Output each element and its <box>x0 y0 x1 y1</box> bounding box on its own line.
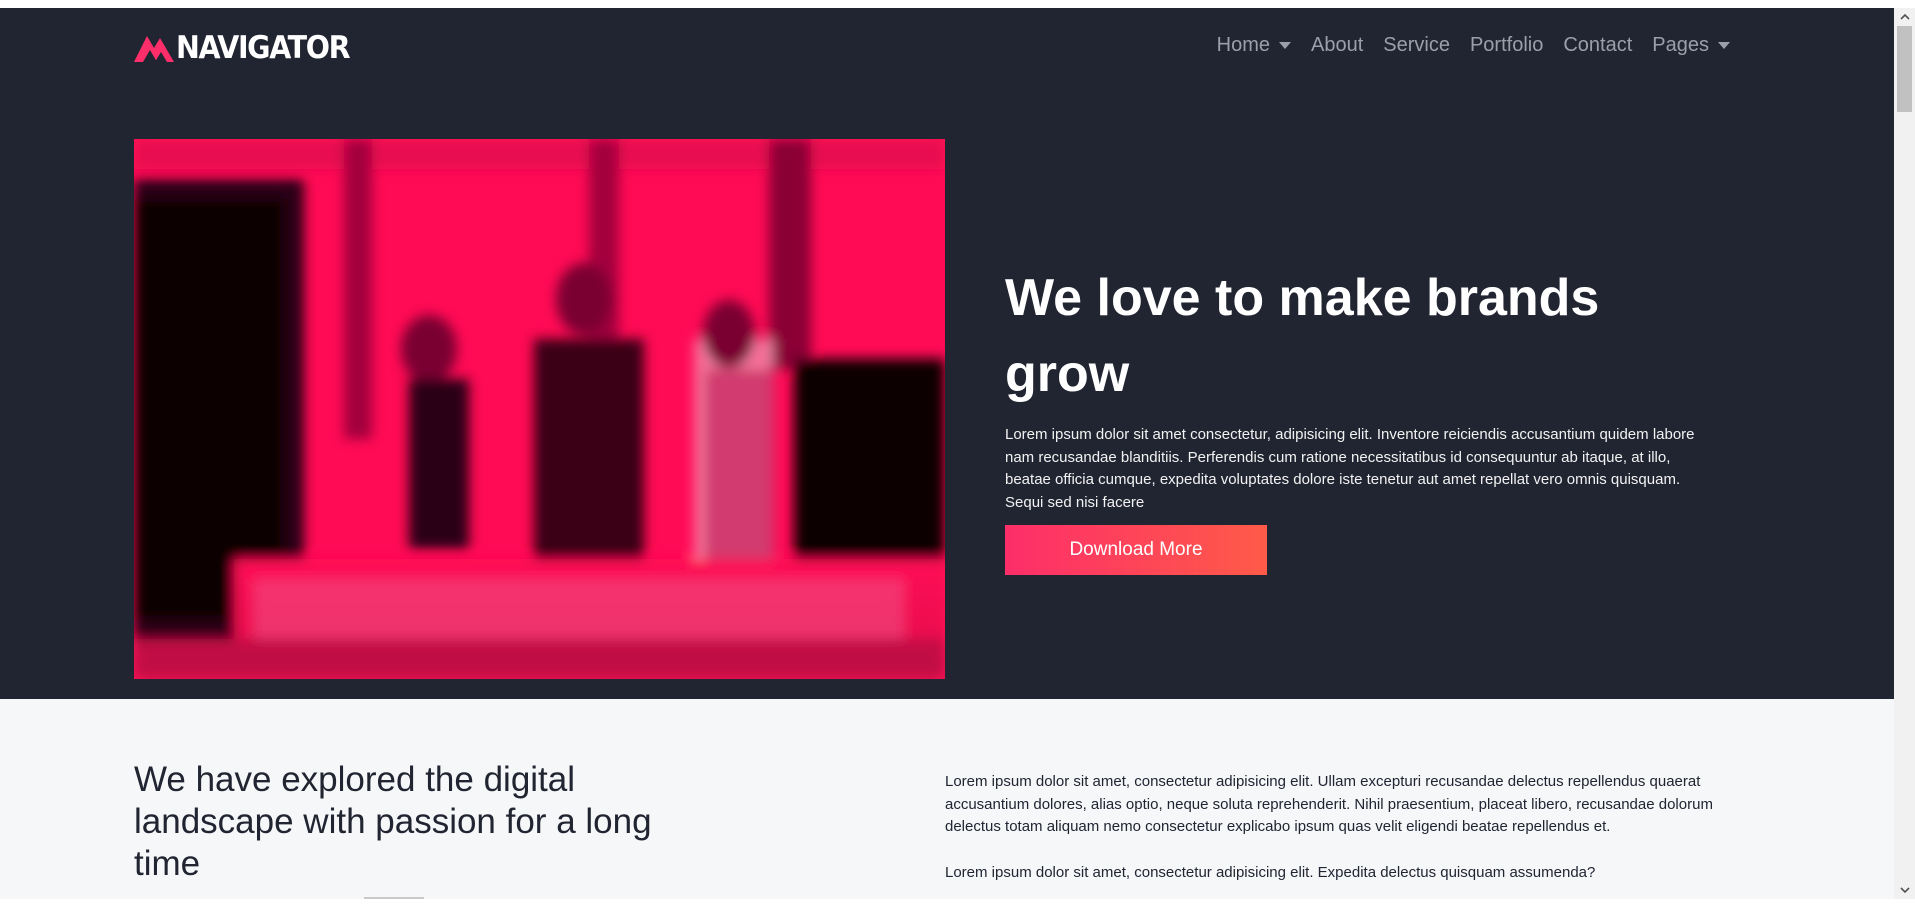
nav-item-label: Pages <box>1652 34 1709 56</box>
mountain-logo-icon <box>134 36 174 62</box>
nav-item-label: Service <box>1383 34 1450 56</box>
brand-name: NAVIGATOR <box>176 30 351 66</box>
about-paragraph: Lorem ipsum dolor sit amet, consectetur … <box>945 773 1713 835</box>
about-section: We have explored the digital landscape w… <box>0 699 1894 899</box>
nav-item-label: Portfolio <box>1469 34 1544 56</box>
hero-section: NAVIGATOR Home About Service Portfolio C… <box>0 8 1894 699</box>
nav-item-contact[interactable]: Contact <box>1563 34 1632 57</box>
about-title: We have explored the digital landscape w… <box>134 760 652 883</box>
nav-item-home[interactable]: Home <box>1217 34 1291 57</box>
navbar: NAVIGATOR Home About Service Portfolio C… <box>0 8 1894 84</box>
about-paragraph: Lorem ipsum dolor sit amet, consectetur … <box>945 863 1596 881</box>
brand-logo[interactable]: NAVIGATOR <box>134 30 364 66</box>
main-nav: Home About Service Portfolio Contact Pag… <box>1197 34 1730 57</box>
hero-content: We love to make brands grow Lorem ipsum … <box>1005 260 1695 575</box>
nav-item-about[interactable]: About <box>1311 34 1363 57</box>
nav-item-portfolio[interactable]: Portfolio <box>1470 34 1543 57</box>
caret-down-icon <box>1718 42 1730 49</box>
hero-title: We love to make brands grow <box>1005 269 1600 403</box>
hero-description: Lorem ipsum dolor sit amet consectetur, … <box>1005 426 1695 511</box>
download-more-button[interactable]: Download More <box>1005 525 1267 575</box>
about-text: Lorem ipsum dolor sit amet, consectetur … <box>945 771 1730 907</box>
chevron-up-icon[interactable] <box>1894 8 1915 25</box>
scrollbar-thumb[interactable] <box>1897 26 1912 112</box>
nav-item-label: About <box>1311 34 1364 56</box>
nav-item-service[interactable]: Service <box>1383 34 1450 57</box>
nav-item-label: Contact <box>1563 34 1633 56</box>
caret-down-icon <box>1279 42 1291 49</box>
vertical-scrollbar[interactable] <box>1894 8 1915 899</box>
nav-item-pages[interactable]: Pages <box>1652 34 1730 57</box>
window-top-strip <box>0 0 1915 8</box>
nav-item-label: Home <box>1216 34 1270 56</box>
hero-photo-illustration <box>134 139 945 679</box>
chevron-down-icon[interactable] <box>1894 882 1915 899</box>
hero-image <box>134 139 945 679</box>
